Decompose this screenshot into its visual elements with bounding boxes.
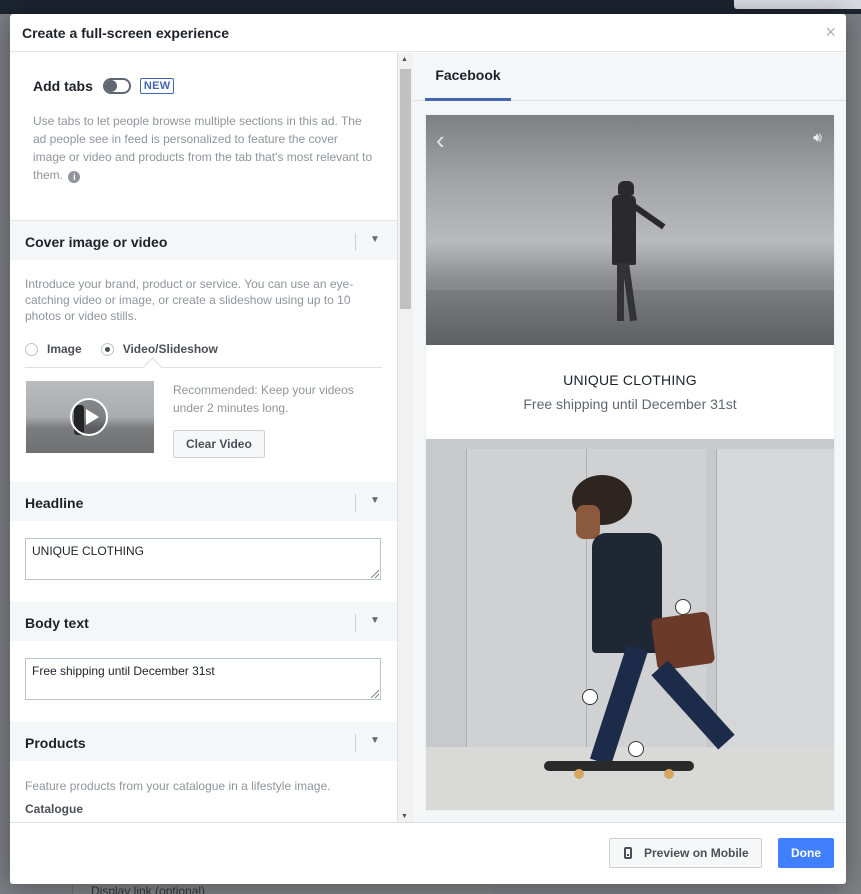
resize-handle[interactable] (371, 570, 379, 578)
background-topbar (0, 0, 861, 14)
editor-panel: Add tabs NEW Use tabs to let people brow… (10, 53, 398, 822)
add-tabs-toggle[interactable] (102, 78, 131, 94)
ad-preview: ‹ 🔊︎ UNIQUE CLOTHING Free shipping until… (426, 115, 834, 810)
modal-footer: Preview on Mobile Done (10, 822, 846, 884)
toggle-knob (104, 80, 117, 92)
headline-input-value: UNIQUE CLOTHING (32, 544, 145, 558)
preview-body-text: Free shipping until December 31st (523, 396, 737, 412)
clear-video-button[interactable]: Clear Video (173, 430, 265, 458)
new-badge: NEW (139, 78, 175, 94)
image-radio-label[interactable]: Image (47, 342, 82, 356)
headline-field-wrap: UNIQUE CLOTHING (10, 522, 397, 602)
hero-person-leg (621, 262, 638, 322)
hero-person-head (618, 181, 634, 195)
products-section-header[interactable]: Products ▼ (10, 722, 397, 762)
body-text-input[interactable]: Free shipping until December 31st (25, 658, 381, 700)
cover-video-preview[interactable]: ‹ 🔊︎ (426, 115, 834, 345)
cover-description: Introduce your brand, product or service… (25, 277, 354, 323)
display-link-label: Display link (optional) (91, 884, 206, 894)
play-icon[interactable] (70, 398, 108, 436)
cover-section-header[interactable]: Cover image or video ▼ (10, 221, 397, 261)
products-section-body: Feature products from your catalogue in … (10, 762, 397, 816)
preview-headline: UNIQUE CLOTHING (563, 372, 697, 388)
headline-section-title: Headline (25, 495, 84, 511)
editor-scrollbar[interactable]: ▲ ▼ (398, 53, 413, 822)
modal-title: Create a full-screen experience (22, 25, 229, 41)
sound-icon[interactable]: 🔊︎ (813, 129, 822, 146)
preview-on-mobile-button[interactable]: Preview on Mobile (609, 838, 762, 868)
add-tabs-label: Add tabs (33, 78, 93, 94)
video-recommendation: Recommended: Keep your videos under 2 mi… (173, 383, 354, 415)
video-row: Recommended: Keep your videos under 2 mi… (25, 368, 382, 464)
product-tag-hotspot[interactable] (628, 741, 644, 757)
body-text-input-value: Free shipping until December 31st (32, 664, 215, 678)
add-tabs-description-text: Use tabs to let people browse multiple s… (33, 114, 373, 182)
header-divider (355, 614, 356, 632)
skateboarder-leg (651, 660, 735, 750)
body-text-section-header[interactable]: Body text ▼ (10, 602, 397, 642)
product-tag-hotspot[interactable] (582, 689, 598, 705)
cover-section-title: Cover image or video (25, 234, 168, 250)
video-slideshow-radio[interactable] (100, 342, 114, 356)
hero-person (609, 181, 666, 331)
back-arrow-icon[interactable]: ‹ (436, 125, 445, 156)
video-slideshow-radio-label[interactable]: Video/Slideshow (123, 342, 218, 356)
chevron-down-icon[interactable]: ▼ (370, 615, 380, 626)
skateboard-wheel (664, 769, 674, 779)
header-divider (355, 233, 356, 251)
skateboarder-bag (650, 611, 716, 671)
preview-panel: Facebook ‹ 🔊︎ UNIQUE CLOTHING Free shipp… (413, 53, 846, 822)
modal-header: Create a full-screen experience × (10, 14, 846, 52)
add-tabs-row: Add tabs NEW (33, 78, 175, 94)
scroll-thumb[interactable] (400, 69, 411, 309)
cover-section-body: Introduce your brand, product or service… (10, 261, 397, 482)
cover-type-options: Image Video/Slideshow (25, 342, 382, 356)
background-tab (734, 0, 861, 9)
preview-tab-bar: Facebook (413, 53, 846, 101)
chevron-down-icon[interactable]: ▼ (370, 234, 380, 245)
headline-input[interactable]: UNIQUE CLOTHING (25, 538, 381, 580)
image-radio[interactable] (25, 342, 38, 356)
headline-section-header[interactable]: Headline ▼ (10, 482, 397, 522)
resize-handle[interactable] (371, 690, 379, 698)
body-text-field-wrap: Free shipping until December 31st (10, 642, 397, 722)
info-icon[interactable]: i (68, 171, 81, 183)
chevron-down-icon[interactable]: ▼ (370, 735, 380, 746)
chevron-down-icon[interactable]: ▼ (370, 495, 380, 506)
products-description: Feature products from your catalogue in … (25, 779, 331, 793)
done-button[interactable]: Done (778, 838, 834, 868)
preview-caption: UNIQUE CLOTHING Free shipping until Dece… (426, 345, 834, 439)
skateboard-wheel (574, 769, 584, 779)
skateboarder-jacket (592, 533, 662, 653)
scroll-up-arrow[interactable]: ▲ (401, 56, 408, 63)
catalogue-label: Catalogue (25, 802, 84, 816)
close-icon[interactable]: × (825, 22, 836, 43)
lifestyle-image (426, 439, 834, 810)
skateboarder (572, 475, 772, 785)
products-section-title: Products (25, 735, 86, 751)
body-text-section-title: Body text (25, 615, 89, 631)
video-thumbnail[interactable] (26, 381, 154, 453)
full-screen-experience-modal: Create a full-screen experience × Add ta… (10, 14, 846, 884)
product-tag-hotspot[interactable] (675, 599, 691, 615)
header-divider (355, 494, 356, 512)
header-divider (355, 734, 356, 752)
mobile-phone-icon (624, 847, 632, 859)
scroll-down-arrow[interactable]: ▼ (401, 813, 408, 820)
add-tabs-section: Add tabs NEW Use tabs to let people brow… (10, 53, 397, 221)
skateboarder-face (576, 505, 600, 539)
add-tabs-description: Use tabs to let people browse multiple s… (33, 112, 373, 184)
tab-facebook[interactable]: Facebook (425, 53, 511, 101)
preview-on-mobile-label: Preview on Mobile (644, 846, 749, 860)
wall-panel (466, 449, 586, 779)
